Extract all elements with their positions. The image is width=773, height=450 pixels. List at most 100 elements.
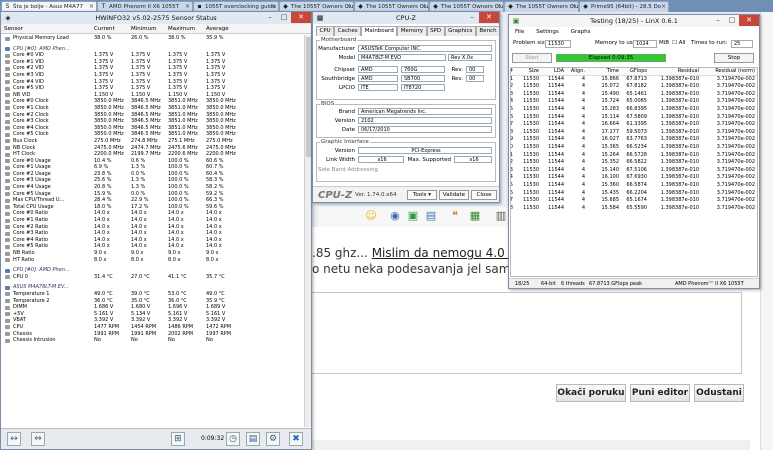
minimize-button[interactable]: – [263, 12, 277, 23]
sensor-row[interactable]: Core #2 Usage 23.8 % 0.0 % 100.0 % 60.4 % [1, 171, 311, 178]
sensor-row[interactable]: Core #1 Usage 6.9 % 1.3 % 100.0 % 60.7 % [1, 164, 311, 171]
sensor-row[interactable]: Core #4 Ratio 14.0 x 14.0 x 14.0 x 14.0 x [1, 237, 311, 244]
network-icon[interactable]: ⊞ [171, 432, 185, 446]
full-editor-button[interactable]: Puni editor [630, 384, 690, 402]
sensor-section[interactable]: ASUS M4A78LT-M EV... [1, 284, 311, 291]
sensor-row[interactable]: VBAT 3.392 V 3.392 V 3.392 V 3.392 V [1, 317, 311, 324]
results-column-header[interactable]: Time [607, 68, 619, 76]
sensor-row[interactable]: Core #3 Usage 25.6 % 1.3 % 100.0 % 58.3 % [1, 177, 311, 184]
sensor-section[interactable]: CPU [#0]: AMD Phen... [1, 46, 311, 53]
results-row[interactable]: 17 11530 11544 4 15.685 65.1674 1.398387e-010 3… [511, 197, 757, 205]
close-button[interactable]: Close [471, 190, 497, 200]
problem-size-input[interactable]: 11530 [545, 40, 571, 48]
maximize-button[interactable]: □ [277, 12, 291, 23]
settings-icon[interactable]: ⚙ [266, 432, 280, 446]
sensor-row[interactable]: Core #0 Ratio 14.0 x 14.0 x 14.0 x 14.0 x [1, 210, 311, 217]
sensor-row[interactable]: Core #0 Clock 3850.0 MHz 3846.5 MHz 3851.0 … [1, 98, 311, 105]
sensor-row[interactable]: Max CPU/Thread U... 28.4 % 22.9 % 100.0 % 66… [1, 197, 311, 204]
close-button[interactable]: ✕ [291, 12, 311, 23]
memory-input[interactable]: 1024 [633, 40, 657, 48]
browser-tab[interactable]: ◆ The 1055T Owners Club × [504, 1, 579, 12]
sensor-row[interactable]: Core #0 Usage 10.4 % 0.6 % 100.0 % 60.6 % [1, 158, 311, 165]
minimize-button[interactable]: – [711, 15, 725, 26]
results-column-header[interactable]: # [511, 68, 513, 76]
cancel-button[interactable]: Odustani [694, 384, 744, 402]
menu-graphs[interactable]: Graphs [571, 29, 591, 35]
results-row[interactable]: 8 11530 11544 4 17.177 59.5073 1.398387e-010 3.… [511, 129, 757, 137]
post-reply-button[interactable]: Okači poruku [556, 384, 626, 402]
results-row[interactable]: 1 11530 11544 4 15.866 67.8713 1.398387e-010 3.… [511, 76, 757, 84]
results-row[interactable]: 2 11530 11544 4 15.072 67.8182 1.398387e-010 3.… [511, 83, 757, 91]
sensor-section[interactable]: CPU [#0]: AMD Phen... [1, 267, 311, 274]
close-sensors-icon[interactable]: ✖ [289, 432, 303, 446]
results-row[interactable]: 15 11530 11544 4 15.360 66.5874 1.398387e-010 3… [511, 182, 757, 190]
tab-memory[interactable]: Memory [397, 26, 427, 36]
tab-mainboard[interactable]: Mainboard [361, 26, 398, 36]
sensor-row[interactable]: Core #0 VID 1.375 V 1.375 V 1.375 V 1.375 V [1, 52, 311, 59]
film-icon[interactable]: ▦ [468, 209, 482, 223]
results-column-header[interactable]: Residual (norm) [715, 68, 755, 76]
maximize-button[interactable]: □ [725, 15, 739, 26]
results-row[interactable]: 16 11530 11544 4 15.435 66.2204 1.398387e-010 3… [511, 190, 757, 198]
sensor-scrollbar[interactable] [304, 35, 311, 427]
sensor-row[interactable]: Chassis Intrusion No No No No [1, 337, 311, 344]
sensor-row[interactable]: Core #5 Usage 15.9 % 0.0 % 100.0 % 59.2 % [1, 191, 311, 198]
sensor-row[interactable]: Core #3 Clock 3850.0 MHz 3846.5 MHz 3851.0 … [1, 118, 311, 125]
sensor-row[interactable]: Core #3 VID 1.375 V 1.375 V 1.375 V 1.375 V [1, 72, 311, 79]
results-column-header[interactable]: Align. [571, 68, 585, 76]
results-row[interactable]: 18 11530 11544 4 15.584 65.5590 1.398387e-010 3… [511, 205, 757, 213]
sensor-row[interactable]: Core #4 VID 1.375 V 1.375 V 1.375 V 1.375 V [1, 79, 311, 86]
clock-icon[interactable]: ◷ [226, 432, 240, 446]
results-row[interactable]: 9 11530 11544 4 16.027 63.7763 1.398387e-010 3.… [511, 136, 757, 144]
sensor-row[interactable]: Temperature 1 49.0 °C 39.0 °C 53.0 °C 49.0 °… [1, 291, 311, 298]
col-average[interactable]: Average [206, 24, 229, 34]
smiley-icon[interactable]: ☺ [364, 209, 378, 223]
sensor-row[interactable]: Core #4 Usage 20.8 % 1.3 % 100.0 % 58.2 % [1, 184, 311, 191]
tab-graphics[interactable]: Graphics [444, 26, 476, 36]
sensor-row[interactable]: +5V 5.161 V 5.134 V 5.161 V 5.161 V [1, 311, 311, 318]
tools-button[interactable]: Tools ▾ [407, 190, 437, 200]
results-column-header[interactable]: Residual [678, 68, 699, 76]
sensor-row[interactable]: Core #5 VID 1.375 V 1.375 V 1.375 V 1.375 V [1, 85, 311, 92]
sensor-row[interactable]: Core #5 Clock 3850.0 MHz 3846.5 MHz 3851.0 … [1, 131, 311, 138]
results-column-header[interactable]: LDA [554, 68, 564, 76]
results-column-header[interactable]: Size [529, 68, 539, 76]
col-current[interactable]: Current [94, 24, 115, 34]
sensor-row[interactable]: NB Ratio 9.0 x 9.0 x 9.0 x 9.0 x [1, 250, 311, 257]
code-icon[interactable]: ▥ [494, 209, 508, 223]
results-row[interactable]: 3 11530 11544 4 15.490 65.1461 1.398387e-010 3.… [511, 91, 757, 99]
sensor-row[interactable]: Temperature 2 36.0 °C 35.0 °C 36.0 °C 35.9 °… [1, 298, 311, 305]
sensor-row[interactable]: Core #3 Ratio 14.0 x 14.0 x 14.0 x 14.0 x [1, 230, 311, 237]
close-button[interactable]: ✕ [739, 15, 759, 26]
quote-icon[interactable]: ❝ [448, 209, 462, 223]
sensor-row[interactable]: Core #2 Ratio 14.0 x 14.0 x 14.0 x 14.0 x [1, 224, 311, 231]
browser-tab[interactable]: ◆ Prime95 (64bit) - 28.5 Do × [579, 1, 669, 12]
results-row[interactable]: 4 11530 11544 4 15.724 65.0065 1.398387e-010 3.… [511, 98, 757, 106]
video-icon[interactable]: ▤ [424, 209, 438, 223]
results-row[interactable]: 11 11530 11544 4 15.264 66.5728 1.398387e-010 3… [511, 152, 757, 160]
col-minimum[interactable]: Minimum [131, 24, 157, 34]
sensor-row[interactable]: Core #1 Clock 3850.0 MHz 3846.5 MHz 3851.0 … [1, 105, 311, 112]
col-sensor[interactable]: Sensor [4, 24, 23, 34]
globe-icon[interactable]: ◉ [388, 209, 402, 223]
collapse-icon[interactable]: ↔ [7, 432, 21, 446]
sensor-row[interactable]: Core #4 Clock 3850.0 MHz 3846.5 MHz 3851.0 … [1, 125, 311, 132]
minimize-button[interactable]: – [465, 12, 479, 23]
sensor-row[interactable]: Core #1 VID 1.375 V 1.375 V 1.375 V 1.375 V [1, 59, 311, 66]
sensor-row[interactable]: HT Clock 2200.0 MHz 2199.7 MHz 2200.6 MHz 22… [1, 151, 311, 158]
sensor-row[interactable]: Physical Memory Load 38.0 % 26.0 % 38.0 % 35… [1, 35, 311, 42]
close-button[interactable]: ✕ [479, 12, 499, 23]
sensor-row[interactable]: Core #1 Ratio 14.0 x 14.0 x 14.0 x 14.0 x [1, 217, 311, 224]
sensor-row[interactable]: Total CPU Usage 18.0 % 17.2 % 100.0 % 59.6 % [1, 204, 311, 211]
start-button[interactable]: Start [512, 53, 552, 63]
stop-button[interactable]: Stop [714, 53, 754, 63]
report-icon[interactable]: ▤ [246, 432, 260, 446]
results-row[interactable]: 7 11530 11544 4 16.664 61.3395 1.398387e-010 3.… [511, 121, 757, 129]
tab-spd[interactable]: SPD [426, 26, 445, 36]
browser-scrollbar[interactable] [760, 12, 773, 450]
results-row[interactable]: 5 11530 11544 4 15.283 66.8395 1.398387e-010 3.… [511, 106, 757, 114]
results-row[interactable]: 14 11530 11544 4 16.100 67.6930 1.398387e-010 3… [511, 174, 757, 182]
results-row[interactable]: 10 11530 11544 4 15.365 66.5234 1.398387e-010 3… [511, 144, 757, 152]
tab-bench[interactable]: Bench [475, 26, 499, 36]
results-row[interactable]: 6 11530 11544 4 15.114 67.5809 1.398387e-010 3.… [511, 114, 757, 122]
